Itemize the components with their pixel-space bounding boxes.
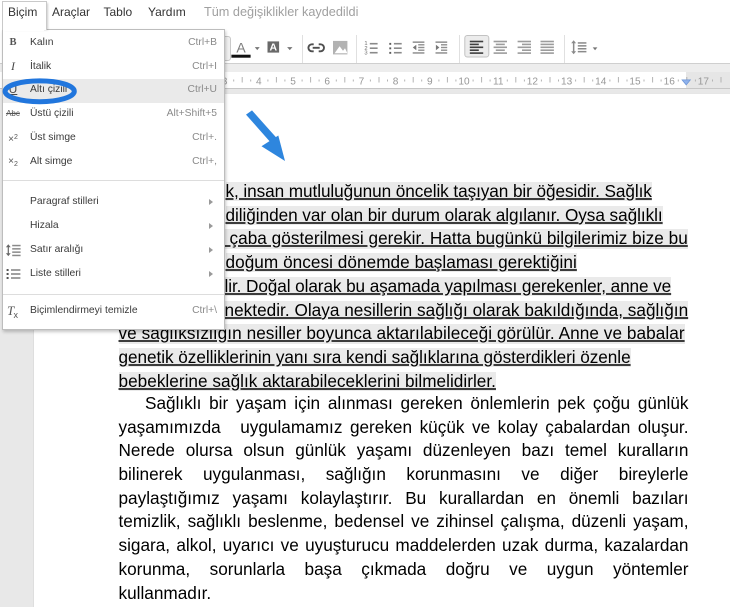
svg-text:15: 15 xyxy=(629,77,641,88)
svg-text:11: 11 xyxy=(493,77,504,88)
svg-text:13: 13 xyxy=(561,77,573,88)
svg-text:8: 8 xyxy=(393,77,399,88)
svg-text:9: 9 xyxy=(427,77,433,88)
svg-text:A: A xyxy=(236,39,246,55)
svg-text:16: 16 xyxy=(664,77,676,88)
svg-text:7: 7 xyxy=(359,77,365,88)
svg-text:x: x xyxy=(14,310,19,320)
svg-text:A: A xyxy=(270,42,278,54)
svg-text:4: 4 xyxy=(256,77,262,88)
svg-text:10: 10 xyxy=(458,77,470,88)
svg-text:12: 12 xyxy=(527,77,539,88)
svg-text:6: 6 xyxy=(324,77,330,88)
svg-text:5: 5 xyxy=(290,77,296,88)
svg-text:14: 14 xyxy=(595,77,607,88)
svg-text:3: 3 xyxy=(364,50,367,56)
svg-text:17: 17 xyxy=(698,77,710,88)
